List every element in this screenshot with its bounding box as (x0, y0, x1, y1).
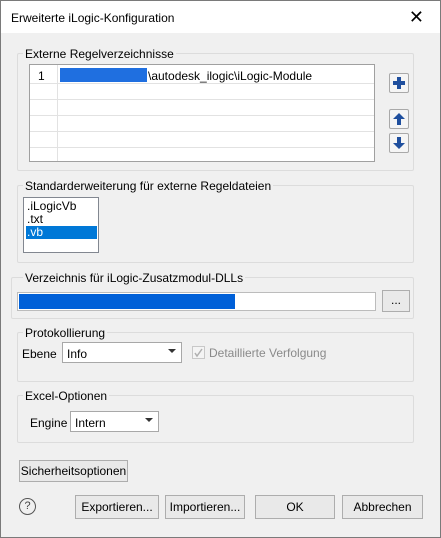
engine-label: Engine (30, 416, 68, 430)
logging-label: Protokollierung (23, 326, 108, 340)
table-row[interactable]: 1 \autodesk_ilogic\iLogic-Module (30, 65, 374, 84)
detailed-trace-checkbox[interactable] (192, 346, 205, 359)
external-rules-grid[interactable]: 1 \autodesk_ilogic\iLogic-Module (29, 64, 375, 162)
chevron-down-icon (145, 418, 153, 422)
row-path: \autodesk_ilogic\iLogic-Module (148, 69, 313, 83)
engine-value: Intern (75, 416, 106, 430)
level-select[interactable]: Info (62, 342, 182, 363)
close-icon[interactable]: ✕ (409, 8, 424, 26)
cancel-button[interactable]: Abbrechen (342, 495, 423, 519)
browse-button[interactable]: ... (382, 290, 410, 312)
table-row[interactable] (30, 100, 374, 116)
excel-label: Excel-Optionen (23, 389, 110, 403)
external-rules-label: Externe Regelverzeichnisse (23, 47, 176, 61)
security-options-button[interactable]: Sicherheitsoptionen (19, 460, 128, 482)
row-number: 1 (38, 69, 45, 83)
check-icon (194, 348, 203, 358)
arrow-up-icon (393, 113, 405, 125)
export-button[interactable]: Exportieren... (75, 495, 159, 519)
arrow-down-icon (393, 137, 405, 149)
detailed-trace-label: Detaillierte Verfolgung (209, 346, 327, 360)
addin-dir-input[interactable] (17, 292, 376, 311)
redacted-path (19, 294, 235, 309)
move-up-button[interactable] (389, 109, 409, 129)
level-label: Ebene (22, 347, 57, 361)
redacted-path-segment (60, 68, 147, 82)
table-row[interactable] (30, 132, 374, 148)
column-divider (57, 65, 58, 161)
list-item-selected[interactable]: .vb (26, 226, 97, 239)
move-down-button[interactable] (389, 133, 409, 153)
table-row[interactable] (30, 84, 374, 100)
engine-select[interactable]: Intern (70, 411, 159, 432)
extension-list[interactable]: .iLogicVb .txt .vb (23, 197, 99, 253)
extension-label: Standarderweiterung für externe Regeldat… (23, 179, 274, 193)
add-directory-button[interactable] (389, 73, 409, 93)
level-value: Info (67, 347, 88, 361)
import-button[interactable]: Importieren... (165, 495, 245, 519)
title-bar: Erweiterte iLogic-Konfiguration ✕ (1, 1, 440, 33)
addin-dir-label: Verzeichnis für iLogic-Zusatzmodul-DLLs (23, 271, 246, 285)
dialog-window: Erweiterte iLogic-Konfiguration ✕ Extern… (0, 0, 441, 538)
table-row[interactable] (30, 116, 374, 132)
help-icon[interactable]: ? (19, 498, 36, 515)
chevron-down-icon (168, 349, 176, 353)
ok-button[interactable]: OK (255, 495, 335, 519)
window-title: Erweiterte iLogic-Konfiguration (11, 11, 175, 25)
plus-icon (393, 77, 405, 89)
